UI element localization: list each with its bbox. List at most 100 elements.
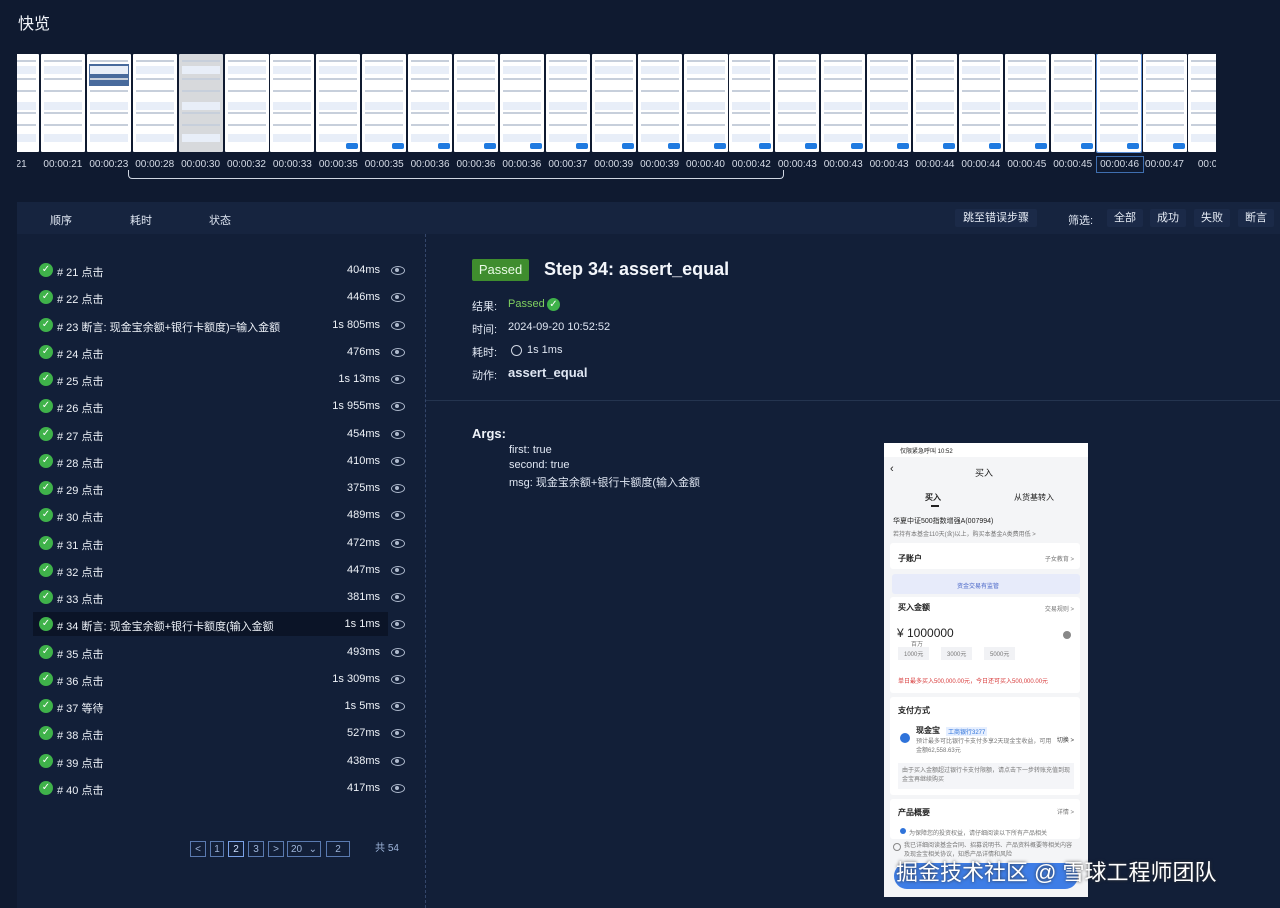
eye-icon[interactable] — [391, 320, 405, 330]
timeline-timestamp[interactable]: 0:21 — [17, 159, 40, 170]
eye-icon[interactable] — [391, 347, 405, 357]
eye-icon[interactable] — [391, 702, 405, 711]
timeline-timestamp[interactable]: 00:00:40 — [683, 159, 729, 170]
page-2-button[interactable]: 2 — [228, 841, 244, 857]
eye-icon[interactable] — [391, 429, 405, 439]
timeline-thumbnail[interactable] — [224, 54, 269, 152]
timeline-thumbnail[interactable] — [499, 54, 544, 152]
step-row[interactable]: ✓ # 40 点击 417ms — [33, 776, 388, 800]
timeline-timestamp[interactable]: 00:00:33 — [269, 159, 315, 170]
column-status[interactable]: 状态 — [209, 212, 231, 228]
timeline-thumbnail[interactable] — [17, 54, 39, 152]
timeline-thumbnail[interactable] — [683, 54, 728, 152]
timeline-thumbnail[interactable] — [821, 54, 866, 152]
step-row[interactable]: ✓ # 39 点击 438ms — [33, 749, 388, 773]
timeline-timestamp[interactable]: 00:00:36 — [499, 159, 545, 170]
timeline-timestamp[interactable]: 00:00 — [1187, 159, 1216, 170]
filter-assert-button[interactable]: 断言 — [1238, 209, 1274, 227]
timeline-timestamp[interactable]: 00:00:32 — [224, 159, 270, 170]
timeline-thumbnail[interactable] — [545, 54, 590, 152]
timeline-timestamp[interactable]: 00:00:44 — [958, 159, 1004, 170]
eye-icon[interactable] — [391, 266, 405, 275]
eye-icon[interactable] — [391, 565, 405, 575]
timeline-thumbnail[interactable] — [40, 54, 85, 152]
timeline-timestamp[interactable]: 00:00:45 — [1004, 159, 1050, 170]
screenshot-timeline[interactable]: 0:2100:00:2100:00:2300:00:2800:00:3000:0… — [17, 54, 1216, 178]
timeline-thumbnail[interactable] — [316, 54, 361, 152]
timeline-timestamp[interactable]: 00:00:36 — [407, 159, 453, 170]
step-row[interactable]: ✓ # 36 点击 1s 309ms — [33, 667, 388, 691]
filter-all-button[interactable]: 全部 — [1107, 209, 1143, 227]
page-jump-input[interactable]: 2 — [326, 841, 350, 857]
step-row[interactable]: ✓ # 26 点击 1s 955ms — [33, 394, 388, 418]
timeline-timestamp[interactable]: 00:00:39 — [637, 159, 683, 170]
timeline-thumbnail[interactable] — [729, 54, 774, 152]
timeline-timestamp[interactable]: 00:00:42 — [728, 159, 774, 170]
eye-icon[interactable] — [391, 756, 405, 766]
timeline-thumbnail[interactable] — [178, 54, 223, 152]
eye-icon[interactable] — [391, 647, 405, 657]
timeline-timestamp[interactable]: 00:00:23 — [86, 159, 132, 170]
timeline-thumbnail[interactable] — [1050, 54, 1095, 152]
step-row[interactable]: ✓ # 24 点击 476ms — [33, 340, 388, 364]
timeline-timestamp[interactable]: 00:00:43 — [866, 159, 912, 170]
eye-icon[interactable] — [391, 538, 405, 548]
column-order[interactable]: 顺序 — [50, 212, 72, 228]
step-row[interactable]: ✓ # 21 点击 404ms — [33, 258, 388, 282]
timeline-thumbnail[interactable] — [775, 54, 820, 152]
timeline-timestamp[interactable]: 00:00:21 — [40, 159, 86, 170]
timeline-thumbnail[interactable] — [270, 54, 315, 152]
timeline-timestamp[interactable]: 00:00:35 — [361, 159, 407, 170]
step-row[interactable]: ✓ # 32 点击 447ms — [33, 558, 388, 582]
filter-success-button[interactable]: 成功 — [1150, 209, 1186, 227]
timeline-range-bracket[interactable] — [128, 170, 784, 179]
step-row[interactable]: ✓ # 25 点击 1s 13ms — [33, 367, 388, 391]
timeline-thumbnail[interactable] — [1095, 54, 1142, 153]
timeline-timestamp[interactable]: 00:00:43 — [774, 159, 820, 170]
timeline-timestamp[interactable]: 00:00:45 — [1050, 159, 1096, 170]
page-1-button[interactable]: 1 — [210, 841, 224, 857]
timeline-thumbnail[interactable] — [86, 54, 131, 152]
column-duration[interactable]: 耗时 — [130, 212, 152, 228]
timeline-timestamp[interactable]: 00:00:39 — [591, 159, 637, 170]
eye-icon[interactable] — [391, 456, 405, 466]
step-row[interactable]: ✓ # 30 点击 489ms — [33, 503, 388, 527]
step-row[interactable]: ✓ # 27 点击 454ms — [33, 422, 388, 446]
step-row[interactable]: ✓ # 23 断言: 现金宝余额+银行卡额度)=输入金额 1s 805ms — [33, 313, 388, 337]
step-screenshot[interactable]: 仅限紧急呼叫 10:52 ‹ 买入 买入 从货基转入 华夏中证500指数增强A(… — [884, 443, 1088, 897]
timeline-thumbnail[interactable] — [958, 54, 1003, 152]
timeline-thumbnail[interactable] — [867, 54, 912, 152]
step-row[interactable]: ✓ # 29 点击 375ms — [33, 476, 388, 500]
next-page-button[interactable]: > — [268, 841, 284, 857]
step-row[interactable]: ✓ # 37 等待 1s 5ms — [33, 694, 388, 718]
timeline-thumbnail[interactable] — [408, 54, 453, 152]
timeline-timestamp[interactable]: 00:00:30 — [178, 159, 224, 170]
timeline-thumbnail[interactable] — [591, 54, 636, 152]
step-row[interactable]: ✓ # 31 点击 472ms — [33, 531, 388, 555]
timeline-timestamp[interactable]: 00:00:36 — [453, 159, 499, 170]
timeline-timestamp[interactable]: 00:00:35 — [315, 159, 361, 170]
page-3-button[interactable]: 3 — [248, 841, 264, 857]
filter-fail-button[interactable]: 失败 — [1194, 209, 1230, 227]
page-size-select[interactable]: 20 ⌄ — [287, 841, 321, 857]
timeline-thumbnail[interactable] — [454, 54, 498, 152]
step-row[interactable]: ✓ # 38 点击 527ms — [33, 721, 388, 745]
step-row[interactable]: ✓ # 35 点击 493ms — [33, 640, 388, 664]
timeline-thumbnail[interactable] — [1142, 54, 1187, 152]
timeline-thumbnail[interactable] — [637, 54, 682, 152]
timeline-timestamp[interactable]: 00:00:37 — [545, 159, 591, 170]
eye-icon[interactable] — [391, 674, 405, 684]
timeline-timestamp[interactable]: 00:00:47 — [1142, 159, 1188, 170]
step-row[interactable]: ✓ # 33 点击 381ms — [33, 585, 388, 609]
timeline-timestamp[interactable]: 00:00:44 — [912, 159, 958, 170]
timeline-thumbnail[interactable] — [1004, 54, 1049, 152]
timeline-thumbnail[interactable] — [1188, 54, 1216, 152]
step-row[interactable]: ✓ # 28 点击 410ms — [33, 449, 388, 473]
timeline-timestamp[interactable]: 00:00:28 — [132, 159, 178, 170]
step-row[interactable]: ✓ # 34 断言: 现金宝余额+银行卡额度(输入金额 1s 1ms — [33, 612, 388, 637]
timeline-thumbnail[interactable] — [362, 54, 407, 152]
timeline-timestamp[interactable]: 00:00:46 — [1095, 156, 1144, 173]
jump-to-error-button[interactable]: 跳至错误步骤 — [955, 209, 1037, 227]
step-row[interactable]: ✓ # 22 点击 446ms — [33, 285, 388, 309]
eye-icon[interactable] — [391, 593, 405, 602]
